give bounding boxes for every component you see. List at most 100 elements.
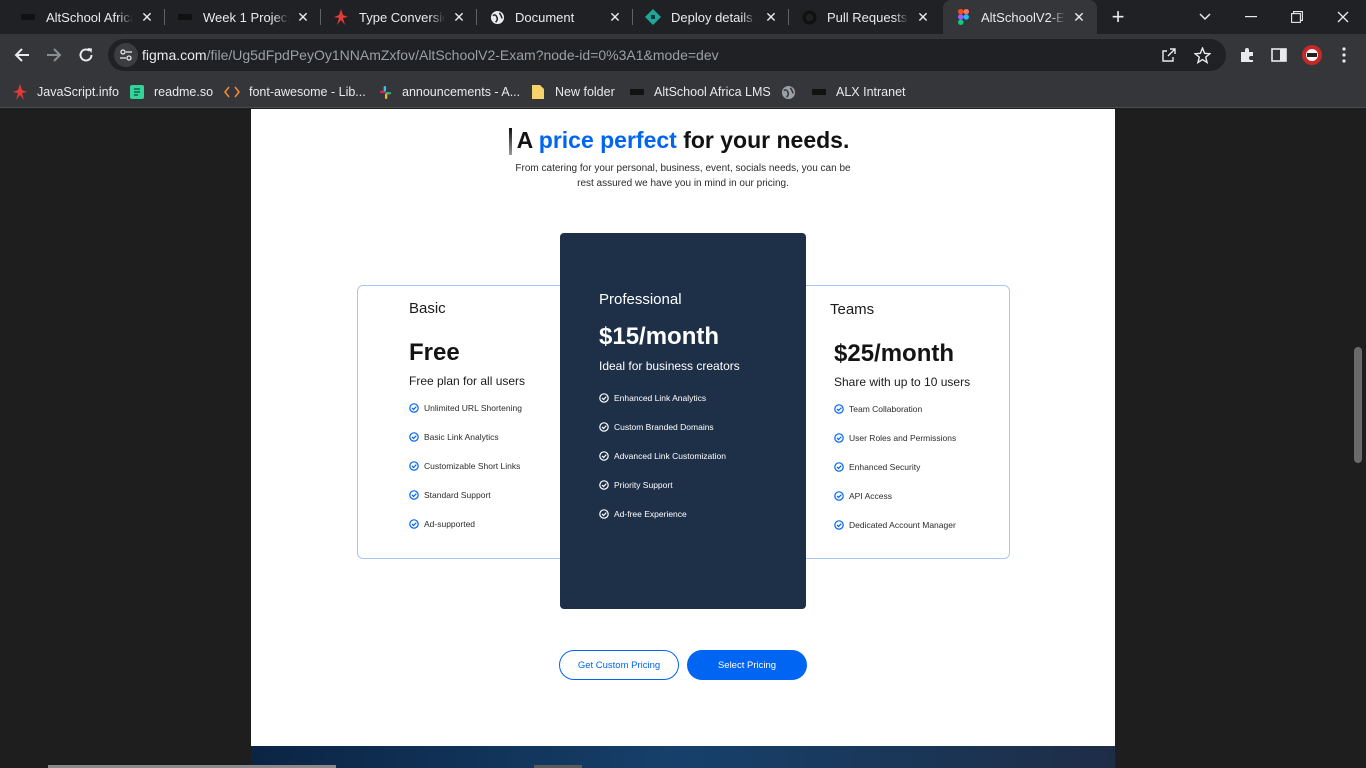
feature-item: API Access — [834, 491, 892, 501]
bookmark-label: JavaScript.info — [37, 85, 119, 99]
plan-name: Basic — [409, 300, 446, 317]
bookmark-readme-so[interactable]: readme.so — [129, 82, 213, 102]
heading-post: for your needs. — [676, 127, 850, 153]
close-tab-icon[interactable]: ✕ — [295, 9, 311, 25]
share-icon[interactable] — [1159, 45, 1179, 65]
close-tab-icon[interactable]: ✕ — [451, 9, 467, 25]
minimize-icon[interactable] — [1228, 0, 1274, 34]
reload-icon — [79, 48, 93, 62]
select-pricing-button[interactable]: Select Pricing — [687, 650, 807, 680]
side-panel-icon[interactable] — [1268, 44, 1290, 66]
plan-desc: Share with up to 10 users — [834, 375, 971, 389]
profile-avatar[interactable] — [1301, 44, 1323, 66]
check-circle-icon — [834, 433, 844, 443]
tab-search-chevron-icon[interactable] — [1182, 0, 1228, 34]
new-tab-button[interactable]: + — [1106, 4, 1130, 29]
url-text: figma.com/file/Ug5dFpdPeyOy1NNAmZxfov/Al… — [142, 47, 719, 63]
tab-week1-project[interactable]: Week 1 Project 2 ✕ — [165, 0, 321, 34]
close-tab-icon[interactable]: ✕ — [915, 9, 931, 25]
bookmark-announcements[interactable]: announcements - A... — [377, 82, 520, 102]
tab-pull-requests[interactable]: Pull Requests ✕ — [789, 0, 941, 34]
black-favicon — [20, 9, 36, 25]
tab-title: AltSchool Africa LMS — [46, 9, 133, 25]
bookmark-javascript-info[interactable]: JavaScript.info — [12, 82, 119, 102]
bookmark-label: New folder — [555, 85, 615, 99]
black-favicon — [177, 9, 193, 25]
close-window-icon[interactable] — [1320, 0, 1366, 34]
tab-title: Document — [515, 9, 575, 25]
forward-button[interactable] — [40, 41, 68, 69]
bookmark-alx-intranet[interactable]: ALX Intranet — [811, 82, 906, 102]
feature-label: Custom Branded Domains — [614, 422, 714, 432]
feature-item: Advanced Link Customization — [599, 451, 726, 461]
browser-toolbar: figma.com/file/Ug5dFpdPeyOy1NNAmZxfov/Al… — [0, 34, 1366, 76]
bookmarks-bar: JavaScript.info readme.so font-awesome -… — [0, 76, 1366, 108]
tab-document[interactable]: Document ✕ — [477, 0, 633, 34]
get-custom-pricing-button[interactable]: Get Custom Pricing — [559, 650, 679, 680]
site-info-icon[interactable] — [114, 43, 138, 67]
close-tab-icon[interactable]: ✕ — [139, 9, 155, 25]
feature-item: Enhanced Link Analytics — [599, 393, 706, 403]
feature-item: Team Collaboration — [834, 404, 922, 414]
feature-label: API Access — [849, 491, 892, 501]
check-circle-icon — [834, 491, 844, 501]
feature-item: Priority Support — [599, 480, 673, 490]
feature-label: Ad-supported — [424, 519, 476, 529]
bookmark-altschool-lms[interactable]: AltSchool Africa LMS — [629, 82, 771, 102]
bookmark-label: announcements - A... — [402, 85, 521, 99]
readme-icon — [129, 84, 145, 100]
feature-label: Customizable Short Links — [424, 461, 521, 471]
pricing-heading: A price perfect for your needs. — [251, 127, 1115, 154]
feature-label: Team Collaboration — [849, 404, 923, 414]
plan-price: $25/month — [834, 340, 955, 367]
plan-price: $15/month — [599, 323, 720, 350]
feature-label: Enhanced Security — [849, 462, 921, 472]
feature-item: Enhanced Security — [834, 462, 920, 472]
slack-icon — [377, 84, 393, 100]
feature-label: User Roles and Permissions — [849, 433, 957, 443]
close-tab-icon[interactable]: ✕ — [1071, 9, 1087, 25]
plan-desc: Ideal for business creators — [599, 359, 740, 373]
check-circle-icon — [409, 490, 419, 500]
tab-type-conversions[interactable]: Type Conversions ✕ — [321, 0, 477, 34]
feature-item: Ad-supported — [409, 519, 475, 529]
black-favicon — [629, 84, 645, 100]
feature-label: Enhanced Link Analytics — [614, 393, 707, 403]
tab-deploy-details[interactable]: Deploy details | Deploy ✕ — [633, 0, 789, 34]
bookmark-new-folder[interactable]: New folder — [530, 82, 615, 102]
check-circle-icon — [599, 509, 609, 519]
figma-viewport: A price perfect for your needs. From cat… — [0, 109, 1366, 768]
restore-icon[interactable] — [1274, 0, 1320, 34]
kebab-menu-icon[interactable] — [1333, 44, 1355, 66]
feature-item: Customizable Short Links — [409, 461, 520, 471]
pricing-subtext: From catering for your personal, busines… — [515, 163, 851, 189]
close-tab-icon[interactable]: ✕ — [607, 9, 623, 25]
bookmark-globe[interactable] — [780, 82, 805, 102]
bookmark-label: font-awesome - Lib... — [249, 85, 366, 99]
reload-button[interactable] — [72, 41, 100, 69]
vertical-scrollbar[interactable] — [1354, 347, 1362, 463]
back-arrow-icon — [14, 48, 29, 62]
tab-altschool-lms[interactable]: AltSchool Africa LMS ✕ — [8, 0, 165, 34]
tab-title: Type Conversions — [359, 9, 445, 25]
feature-item: Basic Link Analytics — [409, 432, 499, 442]
check-circle-icon — [409, 461, 419, 471]
feature-item: Dedicated Account Manager — [834, 520, 956, 530]
url-path: /file/Ug5dFpdPeyOy1NNAmZxfov/AltSchoolV2… — [206, 47, 719, 63]
code-icon — [224, 84, 240, 100]
check-circle-icon — [409, 519, 419, 529]
heading-pre: A — [516, 127, 539, 153]
bookmark-star-icon[interactable] — [1192, 45, 1212, 65]
back-button[interactable] — [8, 41, 36, 69]
close-tab-icon[interactable]: ✕ — [763, 9, 779, 25]
feature-item: User Roles and Permissions — [834, 433, 956, 443]
pricing-frame: A price perfect for your needs. From cat… — [251, 109, 1115, 746]
netlify-icon — [645, 9, 661, 25]
feature-label: Dedicated Account Manager — [849, 520, 956, 530]
tab-altschoolv2-exam[interactable]: AltSchoolV2-Exam ✕ — [943, 0, 1097, 34]
bookmark-font-awesome[interactable]: font-awesome - Lib... — [224, 82, 366, 102]
address-bar[interactable]: figma.com/file/Ug5dFpdPeyOy1NNAmZxfov/Al… — [108, 39, 1226, 71]
extensions-puzzle-icon[interactable] — [1236, 44, 1258, 66]
plan-name: Teams — [830, 301, 875, 318]
feature-item: Ad-free Experience — [599, 509, 687, 519]
